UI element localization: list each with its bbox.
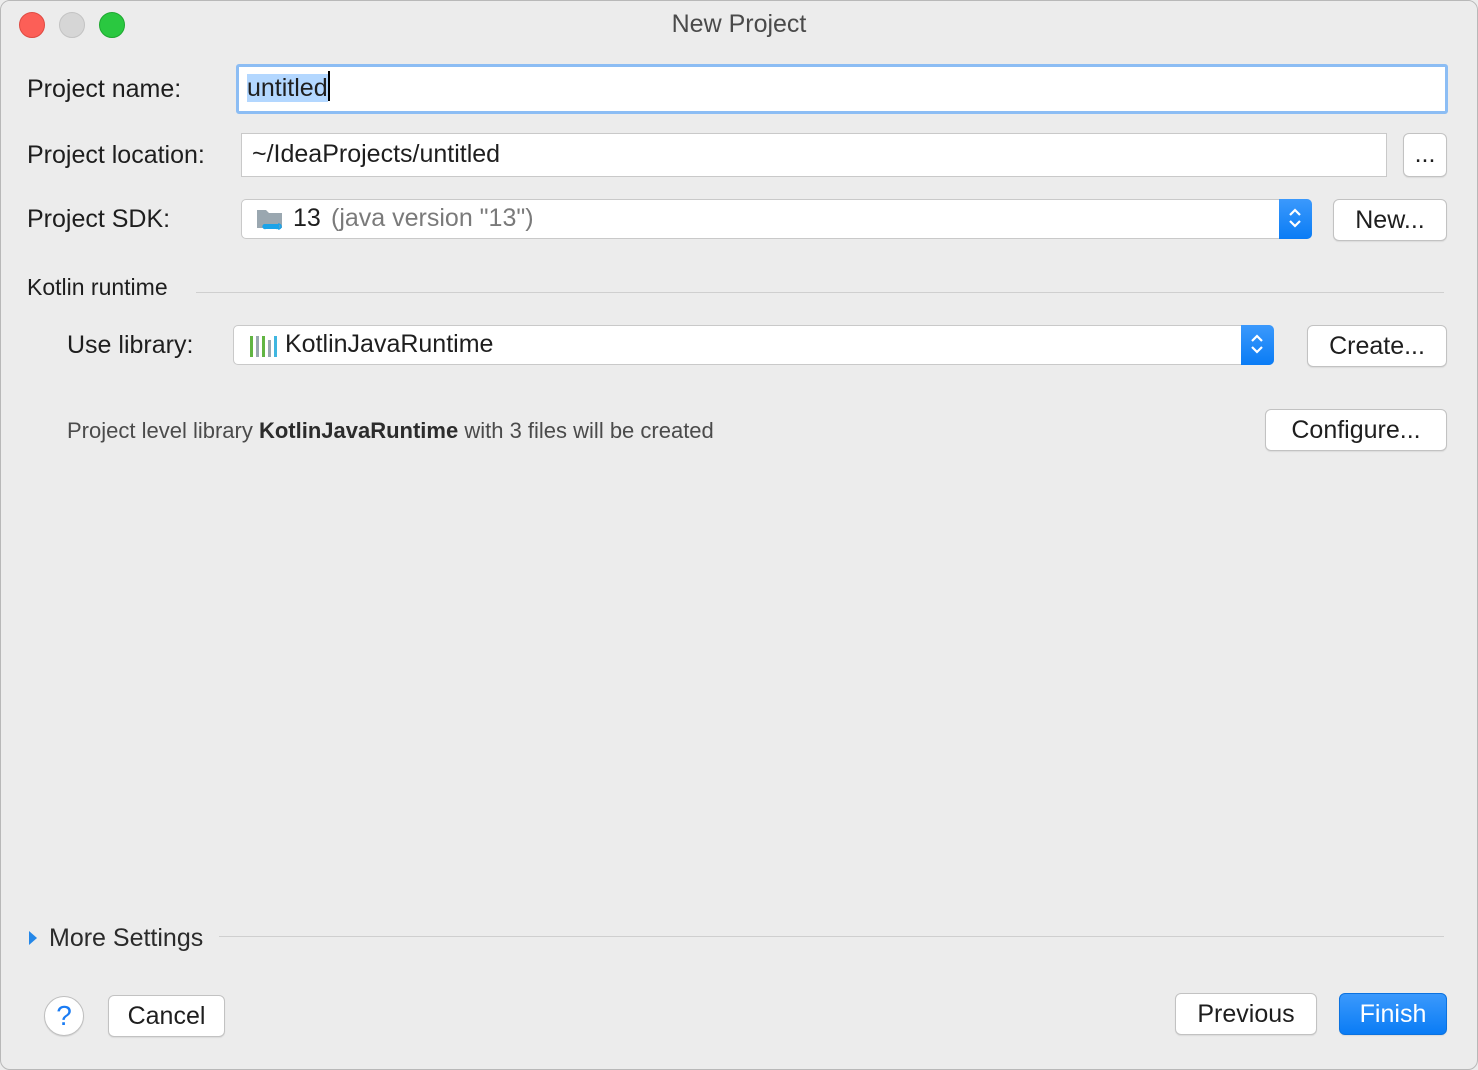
sdk-version: 13: [293, 204, 321, 232]
more-settings-label: More Settings: [49, 924, 204, 952]
help-button[interactable]: ?: [44, 996, 84, 1036]
section-divider: [196, 292, 1444, 293]
use-library-label: Use library:: [67, 331, 194, 359]
sdk-dropdown-stepper-icon[interactable]: [1279, 199, 1312, 239]
project-name-input[interactable]: untitled: [236, 64, 1448, 114]
project-sdk-select[interactable]: 13 (java version "13"): [241, 199, 1312, 239]
more-settings-divider: [219, 936, 1444, 937]
project-location-value: ~/IdeaProjects/untitled: [252, 140, 501, 168]
sdk-version-detail: (java version "13"): [331, 204, 534, 232]
zoom-window-button[interactable]: [99, 12, 125, 38]
kotlin-library-select[interactable]: KotlinJavaRuntime: [233, 325, 1274, 365]
minimize-window-button[interactable]: [59, 12, 85, 38]
close-window-button[interactable]: [19, 12, 45, 38]
jdk-folder-icon: [256, 206, 286, 234]
window-title: New Project: [671, 10, 807, 38]
project-sdk-label: Project SDK:: [27, 205, 171, 233]
finish-button[interactable]: Finish: [1339, 993, 1447, 1035]
cancel-button[interactable]: Cancel: [108, 995, 225, 1037]
browse-location-button[interactable]: ...: [1403, 133, 1447, 177]
title-bar: New Project: [1, 1, 1477, 45]
library-hint-text: Project level library KotlinJavaRuntime …: [67, 418, 714, 444]
kotlin-runtime-section-title: Kotlin runtime: [27, 274, 168, 300]
project-location-label: Project location:: [27, 141, 205, 169]
hint-library-name: KotlinJavaRuntime: [258, 418, 459, 443]
configure-library-button[interactable]: Configure...: [1265, 409, 1447, 451]
new-sdk-button[interactable]: New...: [1333, 199, 1447, 241]
project-name-label: Project name:: [27, 75, 182, 103]
library-icon: [248, 333, 278, 359]
hint-prefix: Project level library: [67, 418, 259, 443]
text-caret: [327, 71, 330, 101]
library-value: KotlinJavaRuntime: [285, 330, 494, 358]
library-dropdown-stepper-icon[interactable]: [1241, 325, 1274, 365]
project-location-input[interactable]: ~/IdeaProjects/untitled: [241, 133, 1387, 177]
project-name-value: untitled: [247, 74, 328, 102]
previous-button[interactable]: Previous: [1175, 993, 1317, 1035]
hint-suffix: with 3 files will be created: [458, 418, 714, 443]
new-project-dialog: New Project Project name: untitled Proje…: [0, 0, 1478, 1070]
create-library-button[interactable]: Create...: [1307, 325, 1447, 367]
expand-triangle-icon: [27, 929, 39, 952]
